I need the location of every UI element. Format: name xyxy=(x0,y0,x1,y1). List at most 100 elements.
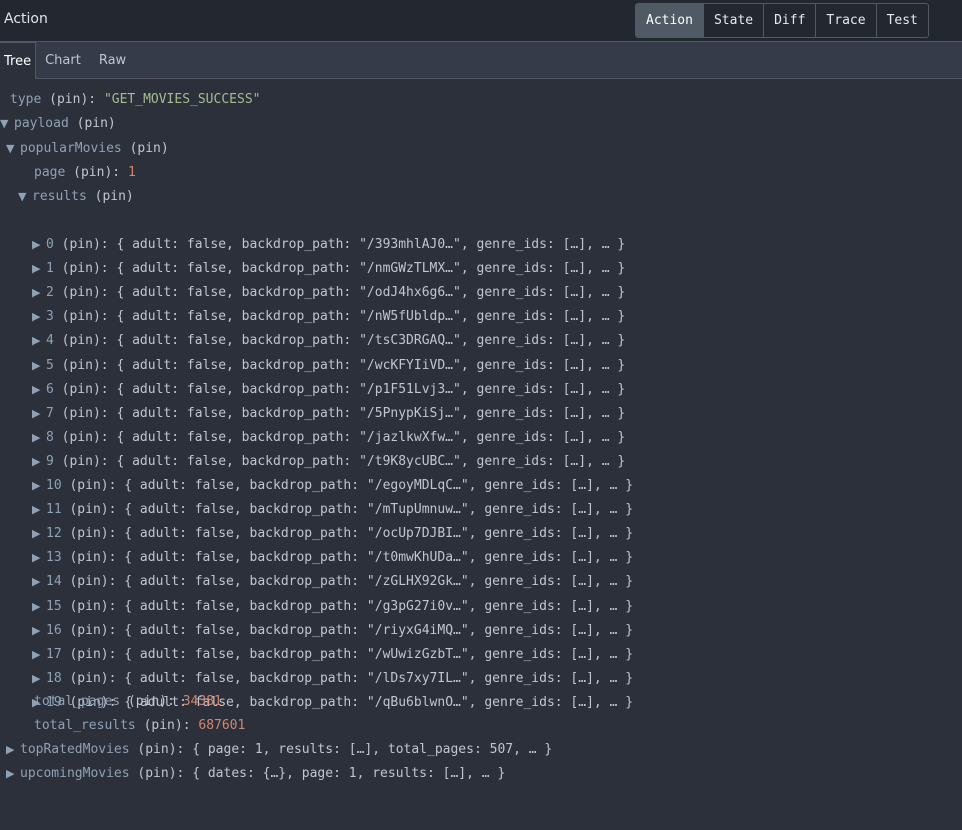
pin-label[interactable]: (pin) xyxy=(62,406,101,421)
collapsed-arrow-icon[interactable]: ▶ xyxy=(32,595,42,619)
collapsed-arrow-icon[interactable]: ▶ xyxy=(6,738,16,762)
collapsed-arrow-icon[interactable]: ▶ xyxy=(32,402,42,426)
collapsed-arrow-icon[interactable]: ▶ xyxy=(32,619,42,643)
collapsed-arrow-icon[interactable]: ▶ xyxy=(32,546,42,570)
pin-label[interactable]: (pin) xyxy=(95,189,134,204)
tree-row-result-item[interactable]: ▶ 9 (pin): { adult: false, backdrop_path:… xyxy=(32,450,625,474)
tree-row-result-item[interactable]: ▶ 14 (pin): { adult: false, backdrop_path… xyxy=(32,570,633,594)
tree-row-result-item[interactable]: ▶ 3 (pin): { adult: false, backdrop_path:… xyxy=(32,305,625,329)
tree-row-payload[interactable]: ▼ payload (pin) xyxy=(0,112,116,136)
pin-label[interactable]: (pin) xyxy=(62,454,101,469)
collapsed-arrow-icon[interactable]: ▶ xyxy=(32,281,42,305)
collapsed-arrow-icon[interactable]: ▶ xyxy=(32,233,42,257)
collapsed-arrow-icon[interactable]: ▶ xyxy=(32,329,42,353)
test-button[interactable]: Test xyxy=(875,4,928,37)
tree-row-type[interactable]: type (pin): "GET_MOVIES_SUCCESS" xyxy=(10,88,260,112)
pin-label[interactable]: (pin) xyxy=(62,333,101,348)
tree-row-result-item[interactable]: ▶ 6 (pin): { adult: false, backdrop_path:… xyxy=(32,378,625,402)
result-preview-suffix: , genre_ids: […], … } xyxy=(460,405,626,421)
trace-button[interactable]: Trace xyxy=(815,4,876,37)
tree-row-total-pages[interactable]: total_pages (pin): 34381 xyxy=(34,690,222,714)
collapsed-arrow-icon[interactable]: ▶ xyxy=(32,257,42,281)
state-button[interactable]: State xyxy=(702,4,764,37)
collapsed-arrow-icon[interactable]: ▶ xyxy=(32,667,42,691)
pin-label[interactable]: (pin) xyxy=(62,261,101,276)
pin-label[interactable]: (pin) xyxy=(49,92,88,107)
collapsed-arrow-icon[interactable]: ▶ xyxy=(32,643,42,667)
tree-row-total-results[interactable]: total_results (pin): 687601 xyxy=(34,714,245,738)
pin-label[interactable]: (pin) xyxy=(69,478,108,493)
expanded-arrow-icon[interactable]: ▼ xyxy=(18,185,28,209)
pin-label[interactable]: (pin) xyxy=(128,694,167,709)
pin-label[interactable]: (pin) xyxy=(69,550,108,565)
pin-label[interactable]: (pin) xyxy=(69,599,108,614)
tab-raw[interactable]: Raw xyxy=(90,42,135,78)
pin-label[interactable]: (pin) xyxy=(69,623,108,638)
tree-row-result-item[interactable]: ▶ 13 (pin): { adult: false, backdrop_path… xyxy=(32,546,633,570)
tree-row-result-item[interactable]: ▶ 1 (pin): { adult: false, backdrop_path:… xyxy=(32,257,625,281)
tree-row-result-item[interactable]: ▶ 7 (pin): { adult: false, backdrop_path:… xyxy=(32,402,625,426)
collapsed-arrow-icon[interactable]: ▶ xyxy=(32,498,42,522)
pin-label[interactable]: (pin) xyxy=(137,766,176,781)
collapsed-arrow-icon[interactable]: ▶ xyxy=(32,354,42,378)
tree-row-top-rated-movies[interactable]: ▶ topRatedMovies (pin): { page: 1, result… xyxy=(6,738,552,762)
tree-row-result-item[interactable]: ▶ 2 (pin): { adult: false, backdrop_path:… xyxy=(32,281,625,305)
tree-row-result-item[interactable]: ▶ 8 (pin): { adult: false, backdrop_path:… xyxy=(32,426,625,450)
pin-label[interactable]: (pin) xyxy=(144,718,183,733)
collapsed-arrow-icon[interactable]: ▶ xyxy=(32,426,42,450)
tree-row-result-item[interactable]: ▶ 16 (pin): { adult: false, backdrop_path… xyxy=(32,619,633,643)
expanded-arrow-icon[interactable]: ▼ xyxy=(0,112,10,136)
collapsed-arrow-icon[interactable]: ▶ xyxy=(32,474,42,498)
tree-row-result-item[interactable]: ▶ 0 (pin): { adult: false, backdrop_path:… xyxy=(32,233,625,257)
diff-button[interactable]: Diff xyxy=(763,4,816,37)
popular-movies-key: popularMovies xyxy=(20,141,122,156)
collapsed-arrow-icon[interactable]: ▶ xyxy=(6,762,16,786)
tab-tree[interactable]: Tree xyxy=(0,42,37,79)
pin-label[interactable]: (pin) xyxy=(69,526,108,541)
tree-row-result-item[interactable]: ▶ 18 (pin): { adult: false, backdrop_path… xyxy=(32,667,633,691)
expanded-arrow-icon[interactable]: ▼ xyxy=(6,137,16,161)
result-index-key: 12 xyxy=(46,526,62,542)
pin-label[interactable]: (pin) xyxy=(62,430,101,445)
total-results-key: total_results xyxy=(34,718,136,733)
pin-label[interactable]: (pin) xyxy=(77,116,116,131)
upcoming-preview: { dates: {…}, page: 1, results: […], … } xyxy=(192,766,506,781)
pin-label[interactable]: (pin) xyxy=(62,237,101,252)
pin-label[interactable]: (pin) xyxy=(62,309,101,324)
pin-label[interactable]: (pin) xyxy=(137,742,176,757)
pin-label[interactable]: (pin) xyxy=(73,165,112,180)
result-backdrop-path: "/wUwizGzbT…" xyxy=(366,646,469,662)
action-button[interactable]: Action xyxy=(636,4,703,37)
tree-row-results[interactable]: ▼ results (pin) xyxy=(18,185,134,209)
collapsed-arrow-icon[interactable]: ▶ xyxy=(32,570,42,594)
pin-label[interactable]: (pin) xyxy=(62,358,101,373)
result-backdrop-path: "/p1F51Lvj3…" xyxy=(359,381,461,397)
tree-row-result-item[interactable]: ▶ 11 (pin): { adult: false, backdrop_path… xyxy=(32,498,633,522)
pin-label[interactable]: (pin) xyxy=(62,382,101,397)
tab-chart[interactable]: Chart xyxy=(36,42,90,78)
tree-row-result-item[interactable]: ▶ 10 (pin): { adult: false, backdrop_path… xyxy=(32,474,633,498)
result-preview-suffix: , genre_ids: […], … } xyxy=(460,429,626,445)
pin-label[interactable]: (pin) xyxy=(69,502,108,517)
pin-label[interactable]: (pin) xyxy=(69,647,108,662)
tree-row-page[interactable]: page (pin): 1 xyxy=(34,161,136,185)
collapsed-arrow-icon[interactable]: ▶ xyxy=(32,450,42,474)
tree-row-upcoming-movies[interactable]: ▶ upcomingMovies (pin): { dates: {…}, pag… xyxy=(6,762,505,786)
collapsed-arrow-icon[interactable]: ▶ xyxy=(32,305,42,329)
tree-row-result-item[interactable]: ▶ 12 (pin): { adult: false, backdrop_path… xyxy=(32,522,633,546)
tree-row-result-item[interactable]: ▶ 5 (pin): { adult: false, backdrop_path:… xyxy=(32,354,625,378)
result-backdrop-path: "/393mhlAJ0…" xyxy=(359,237,461,252)
collapsed-arrow-icon[interactable]: ▶ xyxy=(32,522,42,546)
collapsed-arrow-icon[interactable]: ▶ xyxy=(32,378,42,402)
pin-label[interactable]: (pin) xyxy=(62,285,101,300)
pin-label[interactable]: (pin) xyxy=(69,671,108,686)
tree-row-popular-movies[interactable]: ▼ popularMovies (pin) xyxy=(6,137,169,161)
result-backdrop-path: "/egoyMDLqC…" xyxy=(366,478,469,493)
result-preview-suffix: , genre_ids: […], … } xyxy=(468,646,634,662)
pin-label[interactable]: (pin) xyxy=(69,574,108,589)
tree-row-result-item[interactable]: ▶ 4 (pin): { adult: false, backdrop_path:… xyxy=(32,329,625,353)
result-index-key: 5 xyxy=(46,357,54,373)
tree-row-result-item[interactable]: ▶ 17 (pin): { adult: false, backdrop_path… xyxy=(32,643,633,667)
tree-row-result-item[interactable]: ▶ 15 (pin): { adult: false, backdrop_path… xyxy=(32,595,633,619)
pin-label[interactable]: (pin) xyxy=(130,141,169,156)
